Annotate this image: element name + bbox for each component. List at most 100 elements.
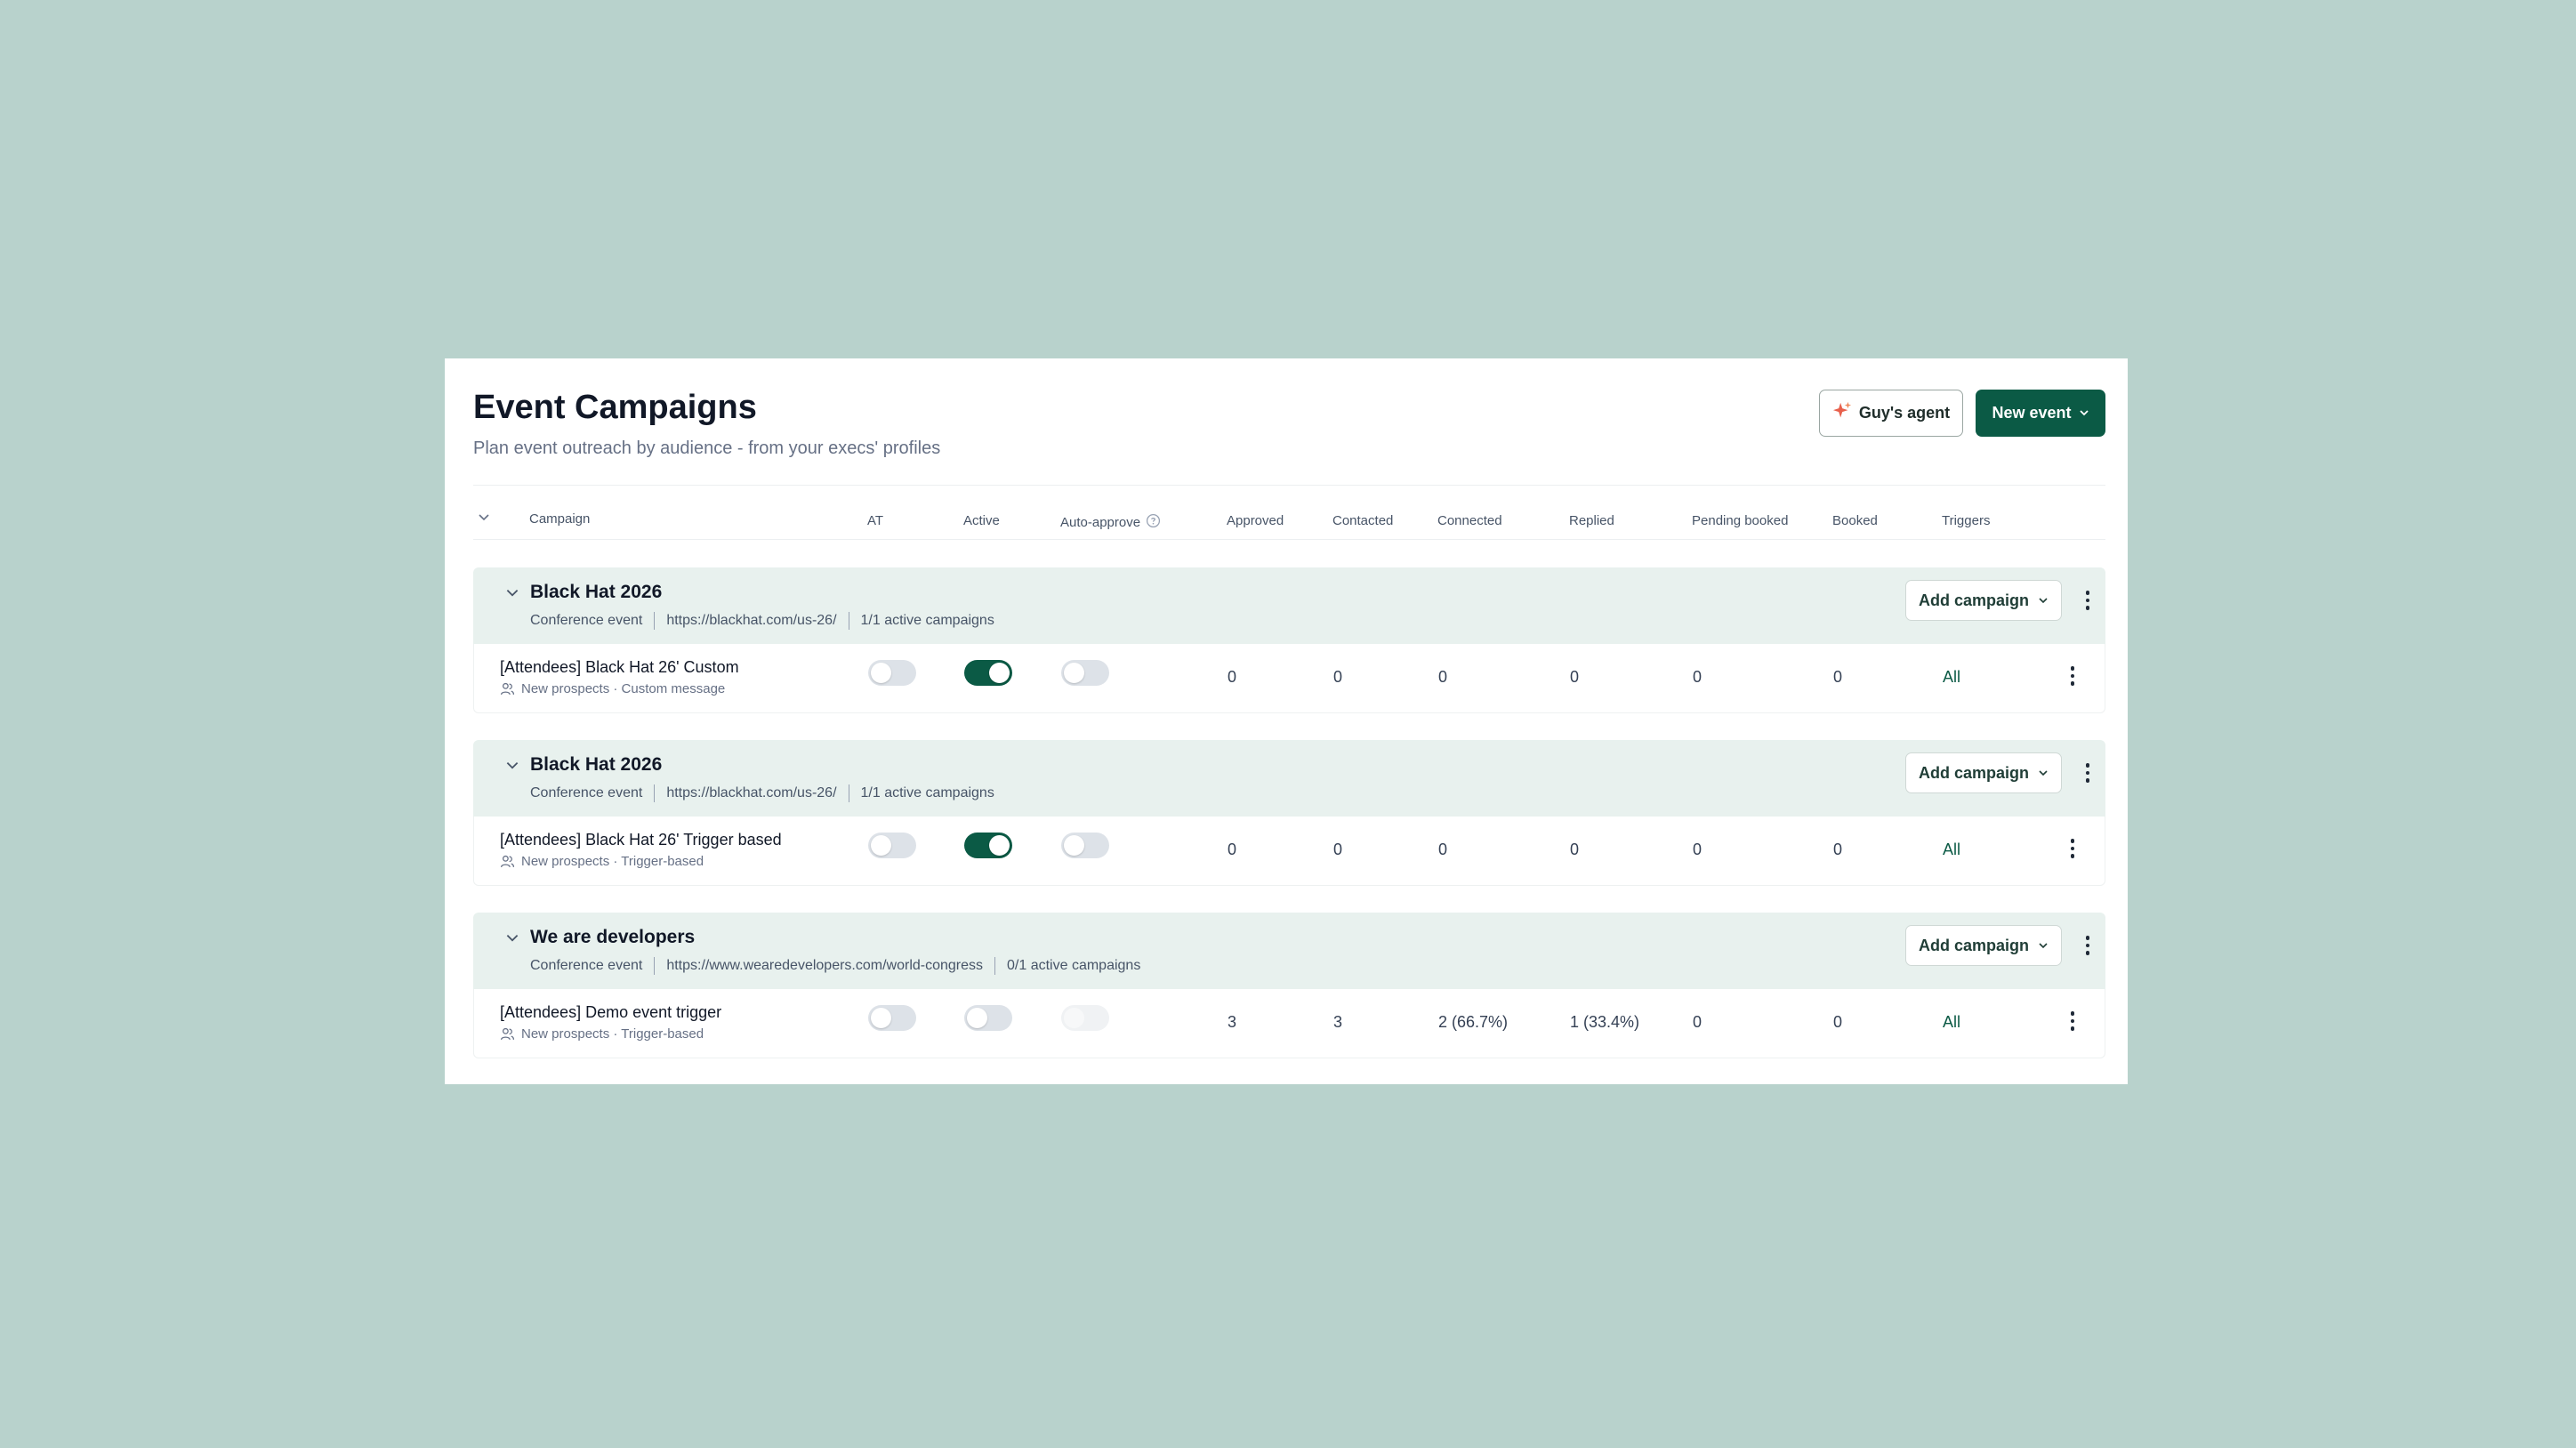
chevron-down-icon <box>2039 943 2048 949</box>
event-group-header: We are developers Conference event https… <box>473 913 2105 989</box>
column-header-auto-approve-label: Auto-approve <box>1060 515 1141 530</box>
replied-value: 1 (33.4%) <box>1570 1013 1640 1031</box>
booked-value: 0 <box>1833 668 1843 686</box>
at-toggle[interactable] <box>868 833 916 858</box>
event-url[interactable]: https://www.wearedevelopers.com/world-co… <box>666 958 983 974</box>
approved-value: 3 <box>1228 1013 1237 1031</box>
chevron-down-icon <box>479 514 489 521</box>
triggers-value[interactable]: All <box>1943 841 1960 859</box>
approved-value: 0 <box>1228 668 1237 686</box>
event-meta: Conference event https://blackhat.com/us… <box>530 612 994 630</box>
campaign-menu-kebab-icon[interactable] <box>2064 663 2081 689</box>
column-header-campaign: Campaign <box>529 511 591 527</box>
event-menu-kebab-icon[interactable] <box>2079 760 2097 786</box>
collapse-all-toggle[interactable] <box>477 511 491 528</box>
event-type: Conference event <box>530 785 643 800</box>
campaign-sub-label: New prospects · Custom message <box>521 681 726 696</box>
agent-button[interactable]: Guy's agent <box>1819 390 1963 437</box>
event-group-header: Black Hat 2026 Conference event https://… <box>473 567 2105 644</box>
campaign-sub-label: New prospects · Trigger-based <box>521 854 704 869</box>
pending-booked-value: 0 <box>1693 841 1703 858</box>
event-title: Black Hat 2026 <box>530 582 663 602</box>
chevron-down-icon <box>2039 770 2048 776</box>
add-campaign-button[interactable]: Add campaign <box>1905 925 2062 966</box>
connected-value: 2 (66.7%) <box>1438 1013 1509 1031</box>
triggers-value[interactable]: All <box>1943 668 1960 687</box>
chevron-down-icon <box>2079 404 2089 422</box>
contacted-value: 0 <box>1333 841 1343 858</box>
pending-booked-value: 0 <box>1693 668 1703 686</box>
campaign-subtitle: New prospects · Trigger-based <box>500 1026 704 1042</box>
meta-separator <box>654 957 656 975</box>
new-event-button-label: New event <box>1992 404 2072 422</box>
event-type: Conference event <box>530 958 643 973</box>
event-menu-kebab-icon[interactable] <box>2079 932 2097 959</box>
auto-approve-toggle[interactable] <box>1061 660 1109 686</box>
meta-separator <box>994 957 996 975</box>
event-group-header: Black Hat 2026 Conference event https://… <box>473 740 2105 817</box>
event-url[interactable]: https://blackhat.com/us-26/ <box>666 785 836 801</box>
event-url[interactable]: https://blackhat.com/us-26/ <box>666 613 836 629</box>
add-campaign-label: Add campaign <box>1918 763 2029 782</box>
column-header-active: Active <box>963 513 1000 528</box>
triggers-value[interactable]: All <box>1943 1013 1960 1032</box>
campaign-name[interactable]: [Attendees] Black Hat 26' Trigger based <box>500 831 782 849</box>
sparkle-icon <box>1832 401 1852 425</box>
event-title: We are developers <box>530 927 696 947</box>
booked-value: 0 <box>1833 841 1843 858</box>
users-icon <box>500 855 515 868</box>
active-toggle[interactable] <box>964 833 1012 858</box>
contacted-value: 3 <box>1333 1013 1343 1031</box>
users-icon <box>500 682 515 696</box>
event-type: Conference event <box>530 613 643 628</box>
replied-value: 0 <box>1570 841 1580 858</box>
column-header-triggers: Triggers <box>1942 513 1991 528</box>
event-meta: Conference event https://www.wearedevelo… <box>530 957 1140 975</box>
campaign-name[interactable]: [Attendees] Black Hat 26' Custom <box>500 658 739 677</box>
add-campaign-button[interactable]: Add campaign <box>1905 752 2062 793</box>
campaign-row[interactable]: [Attendees] Black Hat 26' Trigger based … <box>473 817 2105 886</box>
auto-approve-toggle[interactable] <box>1061 833 1109 858</box>
pending-booked-value: 0 <box>1693 1013 1703 1031</box>
active-toggle[interactable] <box>964 1005 1012 1031</box>
column-header-auto-approve: Auto-approve <box>1060 513 1161 532</box>
chevron-down-icon[interactable] <box>504 758 520 778</box>
divider <box>473 539 2105 540</box>
meta-separator <box>654 612 656 630</box>
column-header-booked: Booked <box>1832 513 1878 528</box>
page-background: Event Campaigns Plan event outreach by a… <box>0 0 2576 1448</box>
approved-value: 0 <box>1228 841 1237 858</box>
column-header-connected: Connected <box>1437 513 1502 528</box>
add-campaign-button[interactable]: Add campaign <box>1905 580 2062 621</box>
event-meta: Conference event https://blackhat.com/us… <box>530 784 994 802</box>
campaign-menu-kebab-icon[interactable] <box>2064 835 2081 862</box>
agent-button-label: Guy's agent <box>1858 404 1951 422</box>
connected-value: 0 <box>1438 668 1448 686</box>
at-toggle[interactable] <box>868 1005 916 1031</box>
chevron-down-icon[interactable] <box>504 585 520 606</box>
active-toggle[interactable] <box>964 660 1012 686</box>
campaign-subtitle: New prospects · Trigger-based <box>500 854 704 869</box>
users-icon <box>500 1027 515 1041</box>
at-toggle[interactable] <box>868 660 916 686</box>
auto-approve-toggle[interactable] <box>1061 1005 1109 1031</box>
connected-value: 0 <box>1438 841 1448 858</box>
chevron-down-icon[interactable] <box>504 930 520 951</box>
divider <box>473 485 2105 486</box>
campaign-name[interactable]: [Attendees] Demo event trigger <box>500 1003 721 1022</box>
event-active-campaigns: 1/1 active campaigns <box>860 613 994 628</box>
new-event-button[interactable]: New event <box>1976 390 2105 437</box>
column-header-replied: Replied <box>1569 513 1614 528</box>
help-circle-icon[interactable] <box>1146 513 1161 532</box>
event-campaigns-panel: Event Campaigns Plan event outreach by a… <box>445 358 2128 1084</box>
replied-value: 0 <box>1570 668 1580 686</box>
campaign-row[interactable]: [Attendees] Demo event trigger New prosp… <box>473 989 2105 1058</box>
campaign-row[interactable]: [Attendees] Black Hat 26' Custom New pro… <box>473 644 2105 713</box>
column-header-contacted: Contacted <box>1332 513 1394 528</box>
meta-separator <box>654 784 656 802</box>
page-subtitle: Plan event outreach by audience - from y… <box>473 438 941 458</box>
event-menu-kebab-icon[interactable] <box>2079 587 2097 614</box>
campaign-menu-kebab-icon[interactable] <box>2064 1008 2081 1034</box>
column-header-pending-booked: Pending booked <box>1692 513 1789 528</box>
add-campaign-label: Add campaign <box>1918 591 2029 609</box>
